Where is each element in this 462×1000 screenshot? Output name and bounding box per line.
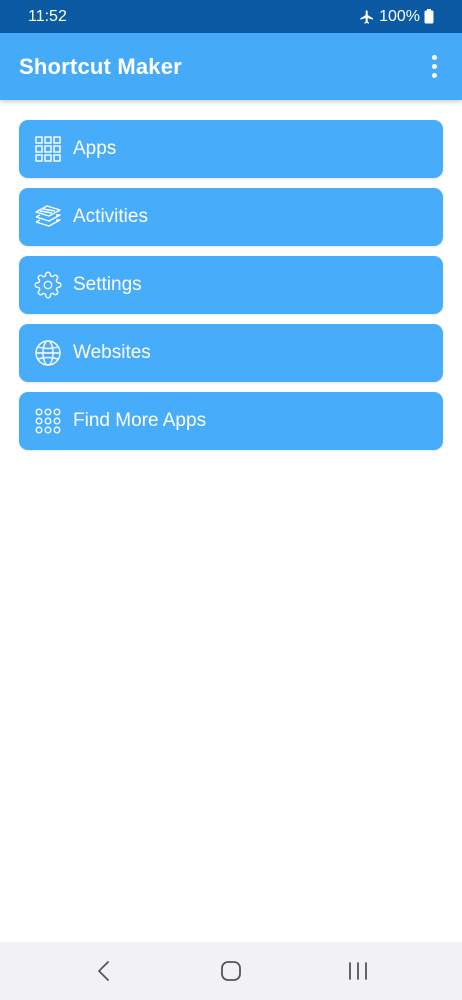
menu-item-label: Activities [73, 206, 148, 227]
airplane-mode-icon [359, 9, 375, 25]
menu-item-activities[interactable]: Activities [19, 188, 443, 246]
battery-level: 100% [379, 7, 420, 25]
menu-item-websites[interactable]: Websites [19, 324, 443, 382]
menu-item-label: Websites [73, 342, 151, 363]
more-vert-icon[interactable] [422, 47, 446, 87]
status-time: 11:52 [28, 7, 67, 25]
globe-icon [34, 339, 62, 367]
menu-item-label: Apps [73, 138, 117, 159]
gear-icon [34, 271, 62, 299]
menu-item-find-more-apps[interactable]: Find More Apps [19, 392, 443, 450]
dots-grid-icon [34, 407, 62, 435]
menu-item-settings[interactable]: Settings [19, 256, 443, 314]
recents-icon[interactable] [328, 951, 388, 991]
system-nav-bar [0, 942, 462, 1000]
battery-icon [424, 9, 434, 24]
menu-list: Apps Activities Settings Websites Find M… [19, 120, 443, 460]
menu-item-label: Settings [73, 274, 142, 295]
status-bar: 11:52 100% [0, 0, 462, 33]
back-icon[interactable] [74, 951, 134, 991]
menu-item-label: Find More Apps [73, 410, 207, 431]
layers-icon [34, 203, 62, 231]
grid-icon [34, 135, 62, 163]
app-bar: Shortcut Maker [0, 33, 462, 100]
app-title: Shortcut Maker [19, 53, 182, 79]
status-icons: 100% [359, 8, 434, 26]
home-icon[interactable] [201, 951, 261, 991]
menu-item-apps[interactable]: Apps [19, 120, 443, 178]
